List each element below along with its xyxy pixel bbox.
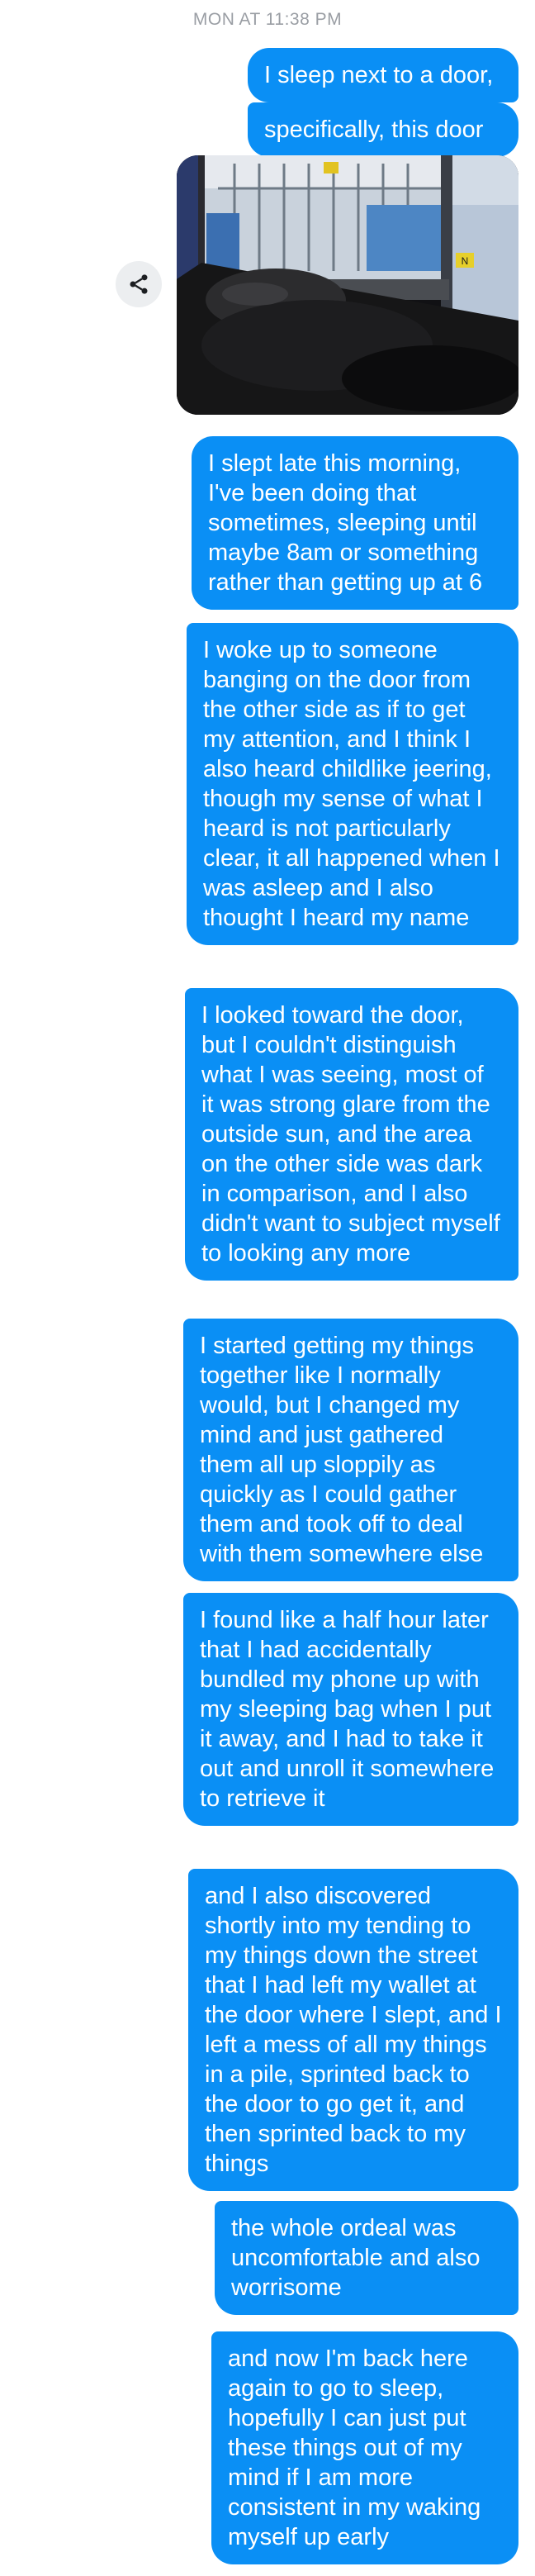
door-photo: N: [177, 155, 518, 415]
message-text: I slept late this morning, I've been doi…: [208, 450, 483, 596]
message-bubble[interactable]: I slept late this morning, I've been doi…: [192, 436, 518, 610]
message-text: I started getting my things together lik…: [200, 1333, 484, 1567]
message-bubble[interactable]: I looked toward the door, but I couldn't…: [185, 988, 518, 1281]
share-button[interactable]: [116, 261, 162, 307]
message-timestamp: MON AT 11:38 PM: [192, 10, 343, 29]
message-text: I sleep next to a door,: [264, 62, 494, 88]
message-text: the whole ordeal was uncomfortable and a…: [231, 2215, 481, 2301]
message-text: and now I'm back here again to go to sle…: [228, 2345, 481, 2550]
message-text: I looked toward the door, but I couldn't…: [201, 1002, 500, 1267]
message-bubble[interactable]: I woke up to someone banging on the door…: [187, 623, 518, 945]
message-bubble[interactable]: I started getting my things together lik…: [183, 1319, 518, 1581]
svg-text:N: N: [462, 255, 469, 267]
message-bubble[interactable]: and I also discovered shortly into my te…: [188, 1869, 518, 2191]
share-icon: [130, 274, 148, 294]
photo-attachment[interactable]: N: [177, 155, 518, 415]
message-text: specifically, this door: [264, 116, 484, 143]
message-text: I found like a half hour later that I ha…: [200, 1607, 495, 1812]
message-bubble[interactable]: specifically, this door: [248, 102, 518, 157]
message-text: and I also discovered shortly into my te…: [205, 1883, 502, 2177]
message-bubble[interactable]: the whole ordeal was uncomfortable and a…: [215, 2201, 518, 2315]
message-bubble[interactable]: I sleep next to a door,: [248, 48, 518, 102]
message-text: I woke up to someone banging on the door…: [203, 637, 500, 931]
message-bubble[interactable]: I found like a half hour later that I ha…: [183, 1593, 518, 1826]
message-bubble[interactable]: and now I'm back here again to go to sle…: [211, 2331, 518, 2564]
